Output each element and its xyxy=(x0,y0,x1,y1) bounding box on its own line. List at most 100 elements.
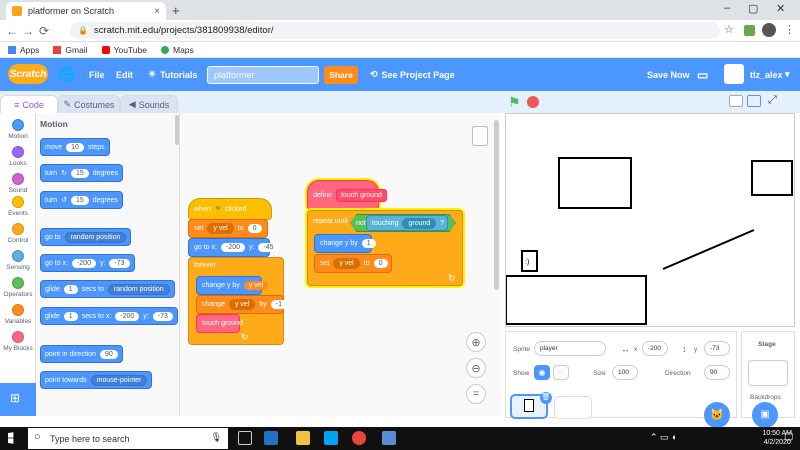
task-view-icon[interactable] xyxy=(238,431,252,445)
share-button[interactable]: Share xyxy=(324,66,358,84)
category-looks[interactable]: Looks xyxy=(0,146,36,167)
tray-icons[interactable]: ⌃ ▭ ◖ xyxy=(650,432,676,443)
bookmark-apps[interactable]: Apps xyxy=(8,45,39,55)
maximize-button[interactable]: ▢ xyxy=(748,2,758,15)
window-close-button[interactable]: ✕ xyxy=(776,2,785,15)
sprite-size-field[interactable]: 100 xyxy=(612,365,638,380)
palette-goto-block[interactable]: go to random position xyxy=(40,228,132,246)
sprite-direction-field[interactable]: 90 xyxy=(704,365,730,380)
gmail-icon xyxy=(53,45,62,54)
username-menu[interactable]: tlz_alex ▾ xyxy=(750,58,790,91)
palette-move-block[interactable]: move 10 steps xyxy=(40,138,110,156)
fullscreen-icon[interactable]: ⤢ xyxy=(768,94,777,107)
extension-icon[interactable] xyxy=(744,25,755,36)
add-extension-button[interactable]: ⊞ xyxy=(0,383,36,416)
category-my-blocks[interactable]: My Blocks xyxy=(0,331,36,352)
palette-point-direction-block[interactable]: point in direction 90 xyxy=(40,345,123,363)
zoom-out-button[interactable]: ⊖ xyxy=(466,358,486,378)
touching-block[interactable]: touching ground? xyxy=(366,215,448,231)
menu-file[interactable]: File xyxy=(89,58,105,91)
paint-icon[interactable] xyxy=(382,431,396,445)
user-avatar[interactable] xyxy=(724,64,744,84)
change-y-vel-block[interactable]: change y vel by -1 xyxy=(196,295,288,314)
choose-backdrop-icon[interactable]: ▣ xyxy=(752,402,778,428)
normal-stage-icon[interactable] xyxy=(747,95,761,107)
workspace-scrollbar[interactable] xyxy=(494,120,499,290)
project-title-input[interactable]: platformer xyxy=(207,66,319,84)
edge-icon[interactable] xyxy=(264,431,278,445)
windows-start-icon[interactable] xyxy=(8,432,14,444)
sprite-thumbnail-ground[interactable] xyxy=(554,396,592,419)
tab-close-icon[interactable]: × xyxy=(154,6,160,17)
profile-avatar[interactable] xyxy=(762,23,776,37)
bookmark-maps[interactable]: Maps xyxy=(160,45,194,55)
green-flag-button[interactable]: ⚑ xyxy=(508,94,521,111)
bookmark-youtube[interactable]: YouTube xyxy=(101,45,147,55)
reload-icon[interactable]: ⟳ xyxy=(36,24,52,38)
go-to-xy-block[interactable]: go to x: -200 y: -45 xyxy=(188,238,279,257)
save-now-button[interactable]: Save Now xyxy=(647,58,690,91)
trash-icon[interactable]: 🗑 xyxy=(540,392,552,404)
palette-scrollbar[interactable] xyxy=(175,115,179,145)
browser-menu-icon[interactable]: ⋮ xyxy=(784,23,795,36)
sprite-x-field[interactable]: -200 xyxy=(642,341,668,356)
category-sensing[interactable]: Sensing xyxy=(0,250,36,271)
bookmark-gmail[interactable]: Gmail xyxy=(53,45,88,55)
category-events[interactable]: Events xyxy=(0,196,36,217)
language-globe-icon[interactable]: 🌐 xyxy=(58,58,75,91)
menu-edit[interactable]: Edit xyxy=(116,58,133,91)
file-explorer-icon[interactable] xyxy=(296,431,310,445)
scratch-favicon-icon xyxy=(12,6,22,16)
notifications-icon[interactable]: ▢ xyxy=(784,431,793,442)
palette-turn-left-block[interactable]: turn ↺ 15 degrees xyxy=(40,191,124,209)
change-y-by-block[interactable]: change y by y vel xyxy=(196,276,269,295)
palette-goto-xy-block[interactable]: go to x: -200 y: -73 xyxy=(40,254,135,272)
touch-ground-call-block[interactable]: touch ground xyxy=(196,314,243,333)
category-motion[interactable]: Motion xyxy=(0,119,36,140)
url-field[interactable]: 🔒 scratch.mit.edu/projects/381809938/edi… xyxy=(70,22,720,39)
stop-button[interactable] xyxy=(527,96,539,108)
sprite-y-field[interactable]: -73 xyxy=(704,341,730,356)
palette-point-towards-block[interactable]: point towards mouse-pointer xyxy=(40,371,153,389)
category-sound[interactable]: Sound xyxy=(0,173,36,194)
palette-glide-block[interactable]: glide 1 secs to random position xyxy=(40,280,175,298)
forward-arrow-icon[interactable]: → xyxy=(20,24,36,38)
choose-sprite-cat-icon[interactable]: 🐱 xyxy=(704,402,730,428)
browser-tab[interactable]: platformer on Scratch × xyxy=(6,2,166,20)
tab-sounds[interactable]: ◀ Sounds xyxy=(120,95,178,113)
when-flag-clicked-block[interactable]: when ⚑ clicked xyxy=(188,198,272,220)
change-y-by-1-block[interactable]: change y by 1 xyxy=(314,234,376,253)
menu-tutorials[interactable]: ☀ Tutorials xyxy=(148,58,197,91)
taskbar-search-box[interactable]: ○ Type here to search 🎙 xyxy=(28,428,228,449)
microphone-icon[interactable]: 🎙 xyxy=(211,432,222,443)
category-variables[interactable]: Variables xyxy=(0,304,36,325)
define-touch-ground-block[interactable]: define touch ground xyxy=(307,180,387,210)
palette-glide-xy-block[interactable]: glide 1 secs to x: -200 y: -73 xyxy=(40,307,178,325)
bookmark-star-icon[interactable]: ☆ xyxy=(724,23,734,36)
minimize-button[interactable]: – xyxy=(724,2,730,14)
show-hidden-eye-icon[interactable]: ◌ xyxy=(553,365,569,380)
new-tab-button[interactable]: + xyxy=(172,3,180,18)
zoom-reset-button[interactable]: = xyxy=(466,384,486,404)
see-project-page-button[interactable]: ⟲ See Project Page xyxy=(370,58,455,91)
my-stuff-folder-icon[interactable]: ▭ xyxy=(697,58,708,91)
zoom-in-button[interactable]: ⊕ xyxy=(466,332,486,352)
stage-selector-pane[interactable]: Stage Backdrops ▣ xyxy=(741,331,795,428)
category-control[interactable]: Control xyxy=(0,223,36,244)
tab-code[interactable]: ≡ Code xyxy=(0,95,58,113)
set-y-vel-block[interactable]: set y vel to 0 xyxy=(188,219,268,238)
stage-canvas[interactable]: :) xyxy=(505,113,795,327)
category-operators[interactable]: Operators xyxy=(0,277,36,298)
back-arrow-icon[interactable]: ← xyxy=(4,24,20,38)
palette-turn-right-block[interactable]: turn ↻ 15 degrees xyxy=(40,164,124,182)
set-y-vel-0-block[interactable]: set y vel to 0 xyxy=(314,254,392,273)
chrome-icon[interactable] xyxy=(352,431,366,445)
scratch-logo[interactable]: Scratch xyxy=(8,64,48,84)
tab-costumes[interactable]: ✎ Costumes xyxy=(58,95,120,113)
small-stage-icon[interactable] xyxy=(729,95,743,107)
store-icon[interactable] xyxy=(324,431,338,445)
sprite-name-field[interactable]: player xyxy=(534,341,606,356)
sprite-thumbnail-player[interactable]: 🗑 xyxy=(510,392,552,419)
show-visible-eye-icon[interactable]: ◉ xyxy=(534,365,550,380)
stage-thumbnail[interactable] xyxy=(748,360,788,386)
